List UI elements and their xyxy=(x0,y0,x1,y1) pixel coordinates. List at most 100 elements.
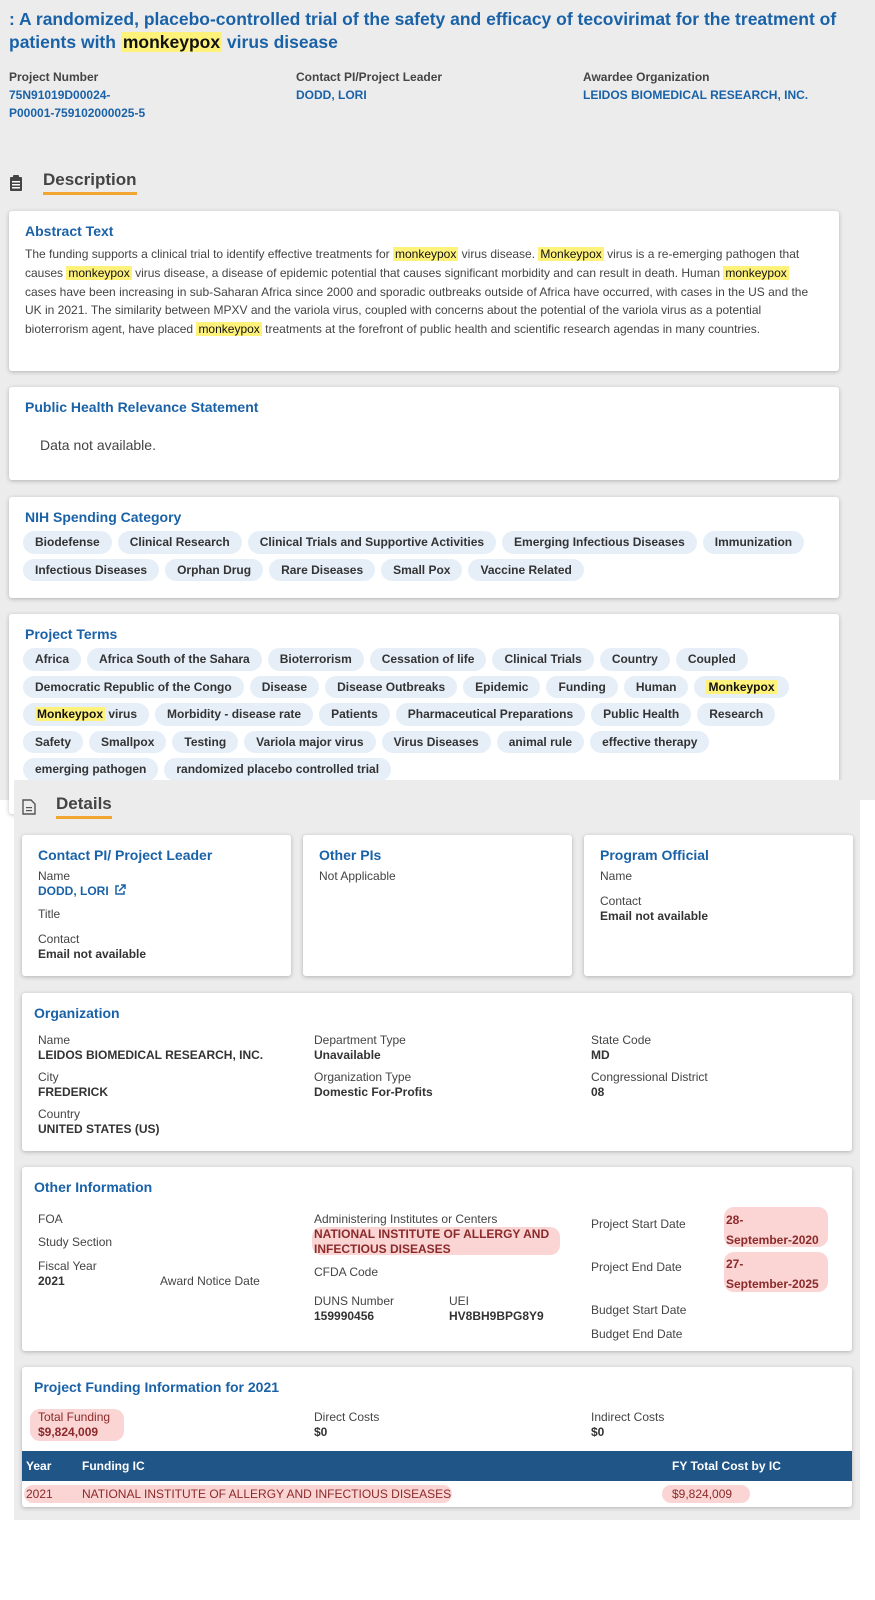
spending-card: NIH Spending Category Biodefense Clinical… xyxy=(9,497,839,598)
description-heading: Description xyxy=(9,170,137,195)
spending-category-tag[interactable]: Clinical Trials and Supportive Activitie… xyxy=(247,531,497,554)
project-term-tag[interactable]: Cessation of life xyxy=(369,648,487,671)
project-term-tag[interactable]: Democratic Republic of the Congo xyxy=(23,675,244,698)
project-term-tag[interactable]: Morbidity - disease rate xyxy=(155,703,314,726)
spending-category-tag[interactable]: Infectious Diseases xyxy=(23,558,160,581)
spending-title: NIH Spending Category xyxy=(25,509,182,525)
project-term-tag[interactable]: Patients xyxy=(319,703,390,726)
org-name: LEIDOS BIOMEDICAL RESEARCH, INC. xyxy=(38,1048,264,1062)
project-term-tag[interactable]: randomized placebo controlled trial xyxy=(164,758,392,781)
project-term-tag[interactable]: Disease xyxy=(249,675,320,698)
project-term-tag[interactable]: Africa South of the Sahara xyxy=(87,648,262,671)
contact-pi-link[interactable]: DODD, LORI xyxy=(296,86,442,104)
spending-category-tag[interactable]: Vaccine Related xyxy=(468,558,584,581)
spending-category-tag[interactable]: Rare Diseases xyxy=(269,558,376,581)
project-term-tag[interactable]: Smallpox xyxy=(89,730,167,753)
contact-pi: Contact PI/Project Leader DODD, LORI xyxy=(296,70,443,104)
relevance-text: Data not available. xyxy=(40,437,156,453)
project-number-link[interactable]: 75N91019D00024- P00001-759102000025-5 xyxy=(9,86,145,122)
project-term-tag[interactable]: emerging pathogen xyxy=(23,758,159,781)
col-year: Year xyxy=(26,1459,52,1473)
project-term-tag[interactable]: Research xyxy=(697,703,776,726)
spending-category-tag[interactable]: Small Pox xyxy=(381,558,463,581)
col-fy-total: FY Total Cost by IC xyxy=(672,1459,781,1473)
project-term-tag[interactable]: Africa xyxy=(23,648,82,671)
uei: HV8BH9BPG8Y9 xyxy=(449,1309,544,1323)
abstract-segment: virus disease. xyxy=(458,247,539,261)
spending-category-tag[interactable]: Clinical Research xyxy=(117,531,242,554)
project-number: Project Number 75N91019D00024- P00001-759… xyxy=(9,70,146,122)
contact-card-title: Contact PI/ Project Leader xyxy=(38,847,213,863)
organization-card: Organization Name LEIDOS BIOMEDICAL RESE… xyxy=(22,993,852,1151)
project-term-tag[interactable]: Pharmaceutical Preparations xyxy=(395,703,586,726)
relevance-card: Public Health Relevance Statement Data n… xyxy=(9,387,839,480)
funding-card: Project Funding Information for 2021 Tot… xyxy=(22,1367,852,1507)
other-pis-title: Other PIs xyxy=(319,847,382,863)
clipboard-icon xyxy=(10,174,22,191)
other-pis-card: Other PIs Not Applicable xyxy=(303,835,572,976)
dept-type: Unavailable xyxy=(314,1048,381,1062)
project-term-tag[interactable]: Monkeypox virus xyxy=(23,703,150,726)
spending-category-tag[interactable]: Immunization xyxy=(702,531,805,554)
org-country: UNITED STATES (US) xyxy=(38,1122,160,1136)
terms-tags: Africa Africa South of the Sahara Bioterro… xyxy=(23,648,825,786)
project-start-date: 28- September-2020 xyxy=(726,1213,819,1247)
search-highlight: Monkeypox xyxy=(706,679,777,694)
project-term-tag[interactable]: Public Health xyxy=(591,703,692,726)
col-funding-ic: Funding IC xyxy=(82,1459,145,1473)
spending-category-tag[interactable]: Orphan Drug xyxy=(165,558,264,581)
document-icon xyxy=(22,798,36,815)
congressional-district: 08 xyxy=(591,1085,605,1099)
direct-costs: $0 xyxy=(314,1425,328,1439)
abstract-segment: virus disease, a disease of epidemic pot… xyxy=(131,265,724,280)
abstract-title: Abstract Text xyxy=(25,223,114,239)
other-info-title: Other Information xyxy=(34,1179,153,1195)
project-term-tag[interactable]: Funding xyxy=(546,675,618,698)
project-term-tag[interactable]: Country xyxy=(599,648,670,671)
search-highlight: monkeypox xyxy=(723,265,789,280)
organization-title: Organization xyxy=(34,1005,120,1021)
search-highlight: monkeypox xyxy=(66,265,132,280)
search-highlight: monkeypox xyxy=(392,247,459,261)
contact-name-link[interactable]: DODD, LORI xyxy=(38,884,291,899)
awardee-organization: Awardee Organization LEIDOS BIOMEDICAL R… xyxy=(583,70,809,104)
administering-ic: NATIONAL INSTITUTE OF ALLERGY AND INFECTI… xyxy=(314,1227,550,1256)
project-term-tag[interactable]: Disease Outbreaks xyxy=(325,675,458,698)
awardee-link[interactable]: LEIDOS BIOMEDICAL RESEARCH, INC. xyxy=(583,86,808,104)
search-highlight: monkeypox xyxy=(120,32,223,52)
details-section: Details Contact PI/ Project Leader Name … xyxy=(14,780,860,1520)
program-official-title: Program Official xyxy=(600,847,709,863)
project-term-tag[interactable]: Variola major virus xyxy=(244,730,376,753)
top-section: : A randomized, placebo-controlled trial… xyxy=(0,0,875,814)
project-term-tag[interactable]: Human xyxy=(623,675,689,698)
program-official-email: Email not available xyxy=(600,909,709,923)
table-row: 2021 NATIONAL INSTITUTE OF ALLERGY AND I… xyxy=(22,1481,852,1507)
relevance-title: Public Health Relevance Statement xyxy=(25,399,259,415)
other-pis-value: Not Applicable xyxy=(319,869,396,883)
search-highlight: monkeypox xyxy=(196,322,262,337)
project-term-tag[interactable]: Virus Diseases xyxy=(381,730,491,753)
project-term-tag[interactable]: Testing xyxy=(172,730,239,753)
spending-category-tag[interactable]: Emerging Infectious Diseases xyxy=(502,531,697,554)
indirect-costs: $0 xyxy=(591,1425,605,1439)
abstract-card: Abstract Text The funding supports a cli… xyxy=(9,211,839,371)
project-term-tag[interactable]: Bioterrorism xyxy=(267,648,364,671)
state-code: MD xyxy=(591,1048,610,1062)
total-funding: $9,824,009 xyxy=(38,1425,99,1439)
abstract-segment: treatments at the forefront of public he… xyxy=(261,322,761,337)
abstract-segment: The funding supports a clinical trial to… xyxy=(25,247,393,261)
project-term-tag[interactable]: Clinical Trials xyxy=(492,648,594,671)
project-term-tag[interactable]: animal rule xyxy=(496,730,585,753)
project-term-tag[interactable]: Epidemic xyxy=(463,675,541,698)
project-term-tag[interactable]: Coupled xyxy=(675,648,748,671)
project-term-tag[interactable]: Monkeypox xyxy=(694,675,789,698)
funding-table-header: Year Funding IC FY Total Cost by IC xyxy=(22,1451,852,1481)
search-highlight: Monkeypox xyxy=(538,247,604,261)
project-term-tag[interactable]: effective therapy xyxy=(590,730,710,753)
project-term-tag[interactable]: Safety xyxy=(23,730,84,753)
program-official-card: Program Official Name Contact Email not … xyxy=(584,835,853,976)
spending-category-tag[interactable]: Biodefense xyxy=(23,531,112,554)
details-heading: Details xyxy=(22,794,112,819)
contact-pi-card: Contact PI/ Project Leader Name DODD, LO… xyxy=(22,835,291,976)
page-title: : A randomized, placebo-controlled trial… xyxy=(9,9,837,52)
